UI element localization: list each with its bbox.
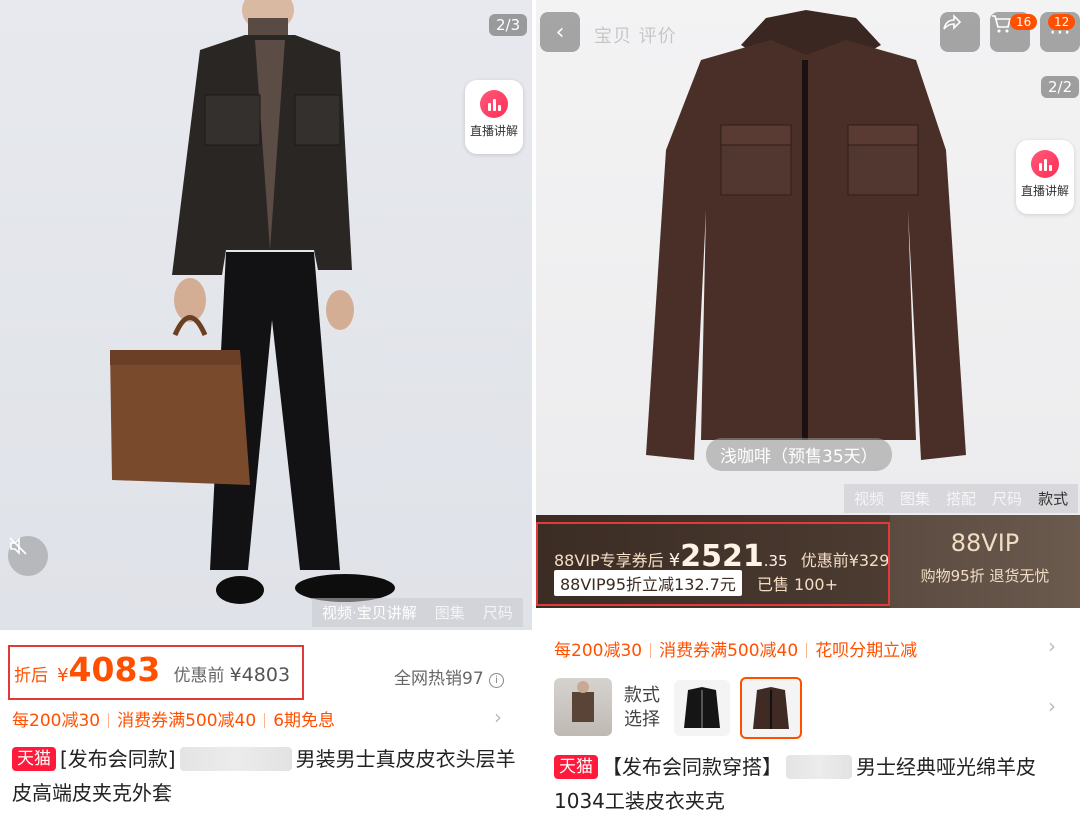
product-photo-jacket[interactable]: ‹ 宝贝 评价 16 ⋯ 12 2/2 直播讲解 浅咖啡（预售35天） 视频 图…	[536, 0, 1080, 515]
price-currency: ¥	[57, 665, 69, 686]
share-icon	[943, 14, 962, 30]
popularity-text: 全网热销97	[394, 669, 484, 689]
style-label-line2: 选择	[624, 709, 660, 730]
cart-count-badge: 16	[1010, 14, 1038, 30]
vip-brand-block: 88VIP 购物95折 退货无忧	[890, 515, 1080, 608]
speaker-muted-icon	[9, 537, 27, 555]
message-count-badge: 12	[1048, 14, 1076, 30]
vip-perks: 购物95折 退货无忧	[920, 567, 1050, 585]
promo-item: 6期免息	[273, 711, 336, 731]
chevron-right-icon[interactable]: ›	[1048, 694, 1056, 718]
brand-redacted	[179, 747, 292, 771]
price-highlight-box	[536, 522, 890, 606]
product-photo-model[interactable]: 2/3 直播讲解 视频·宝贝讲解 图集 尺码	[0, 0, 532, 630]
tmall-badge: 天猫	[554, 755, 598, 779]
title-prefix: [发布会同款]	[60, 747, 176, 771]
original-price: ¥4803	[229, 664, 291, 686]
share-button[interactable]	[940, 12, 980, 52]
tab-video[interactable]: 视频	[854, 488, 884, 509]
image-counter: 2/2	[1041, 76, 1080, 98]
style-option-brown-selected[interactable]	[740, 677, 802, 739]
thumbnail-image	[753, 687, 789, 729]
tab-size[interactable]: 尺码	[992, 488, 1022, 509]
tmall-badge: 天猫	[12, 747, 56, 771]
chevron-right-icon[interactable]: ›	[1048, 634, 1056, 658]
style-select-label[interactable]: 款式 选择	[624, 684, 660, 732]
media-tabs: 视频 图集 搭配 尺码 款式	[844, 484, 1079, 513]
tab-style[interactable]: 款式	[1038, 488, 1068, 509]
image-counter: 2/3	[489, 14, 528, 36]
promo-row[interactable]: 每200减30 消费券满500减40 6期免息	[12, 706, 335, 731]
promo-item: 消费券满500减40	[659, 641, 799, 661]
promo-item: 每200减30	[554, 641, 643, 661]
chevron-right-icon[interactable]: ›	[494, 705, 502, 729]
live-chart-icon	[480, 90, 508, 118]
tab-gallery[interactable]: 图集	[900, 488, 930, 509]
price-amount: 4083	[68, 650, 161, 689]
original-label: 优惠前	[173, 666, 225, 686]
tab-gallery[interactable]: 图集	[435, 602, 465, 623]
tab-video-explain[interactable]: 视频·宝贝讲解	[322, 602, 417, 623]
left-product-page: 2/3 直播讲解 视频·宝贝讲解 图集 尺码 折后 ¥4083 优惠前 ¥480…	[0, 0, 532, 818]
style-thumbnail-model[interactable]	[554, 678, 612, 736]
live-explain-label: 直播讲解	[1020, 184, 1069, 198]
right-product-page: ‹ 宝贝 评价 16 ⋯ 12 2/2 直播讲解 浅咖啡（预售35天） 视频 图…	[536, 0, 1080, 818]
product-title: 天猫 [发布会同款] 男装男士真皮皮衣头层羊皮高端皮夹克外套	[12, 742, 522, 810]
promo-item: 花呗分期立减	[815, 641, 918, 661]
header-tabs[interactable]: 宝贝 评价	[594, 22, 677, 48]
style-option-black[interactable]	[674, 680, 730, 736]
media-tabs: 视频·宝贝讲解 图集 尺码	[312, 598, 523, 627]
promo-row[interactable]: 每200减30 消费券满500减40 花呗分期立减	[554, 636, 917, 661]
promo-item: 每200减30	[12, 711, 101, 731]
chevron-left-icon: ‹	[555, 19, 565, 45]
live-chart-icon	[1031, 150, 1059, 178]
brand-redacted	[786, 755, 852, 779]
price-row: 折后 ¥4083 优惠前 ¥4803	[14, 650, 290, 689]
thumbnail-image	[572, 681, 594, 722]
color-variant-pill[interactable]: 浅咖啡（预售35天）	[706, 438, 892, 471]
product-title: 天猫 【发布会同款穿搭】 男士经典哑光绵羊皮1034工装皮衣夹克	[554, 750, 1074, 818]
tab-size[interactable]: 尺码	[483, 602, 513, 623]
popularity-row[interactable]: 全网热销97 i	[394, 664, 505, 689]
thumbnail-image	[684, 687, 720, 728]
cart-icon	[992, 15, 1012, 33]
back-button[interactable]: ‹	[540, 12, 580, 52]
live-explain-label: 直播讲解	[469, 124, 518, 138]
title-prefix: 【发布会同款穿搭】	[602, 755, 782, 779]
info-icon: i	[489, 673, 505, 688]
style-label-line1: 款式	[624, 685, 660, 706]
promo-item: 消费券满500减40	[117, 711, 257, 731]
tab-outfit[interactable]: 搭配	[946, 488, 976, 509]
price-prefix: 折后	[14, 666, 48, 686]
vip-brand: 88VIP	[950, 529, 1020, 557]
live-explain-button[interactable]: 直播讲解	[465, 80, 523, 154]
mute-toggle-button[interactable]	[8, 536, 48, 576]
model-illustration	[110, 0, 395, 604]
live-explain-button[interactable]: 直播讲解	[1016, 140, 1074, 214]
